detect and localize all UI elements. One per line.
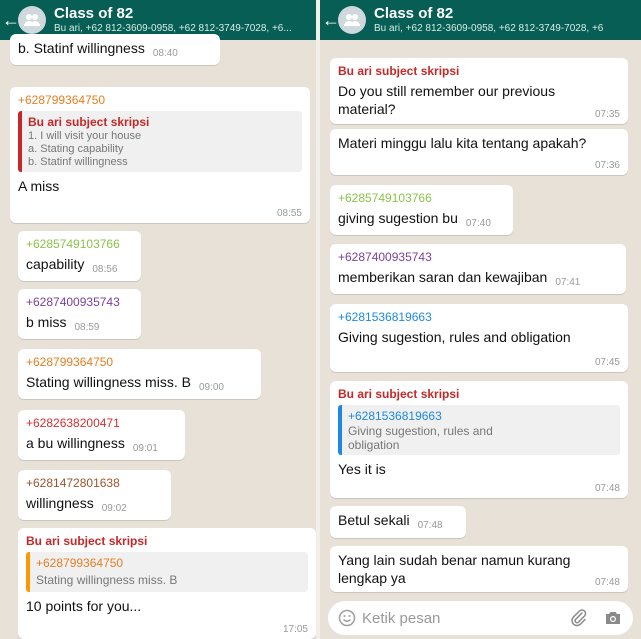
quoted-sender: Bu ari subject skripsi	[28, 115, 150, 129]
quoted-sender: +628799364750	[36, 556, 124, 570]
message-time: 07:36	[594, 160, 620, 171]
message-time: 08:55	[276, 208, 302, 219]
quoted-line: 1. I will visit your house	[28, 130, 142, 142]
message-time: 07:40	[465, 218, 491, 229]
message-list[interactable]: Bu ari subject skripsi Do you still reme…	[320, 40, 641, 639]
message-text: Betul sekali	[338, 512, 410, 528]
message-sender: +6281536819663	[338, 310, 432, 324]
message-time: 07:48	[417, 520, 443, 531]
message-bubble[interactable]: +628799364750 Stating willingness miss. …	[18, 349, 261, 399]
message-text: Yang lain sudah benar namun kurang lengk…	[338, 552, 571, 586]
chat-panel-left: ← Class of 82 Bu ari, +62 812-3609-0958,…	[0, 0, 316, 639]
message-input[interactable]: Ketik pesan	[362, 610, 555, 627]
message-bubble[interactable]: +6285749103766 capability 08:56	[18, 231, 141, 281]
group-icon	[24, 14, 40, 26]
message-time: 08:40	[152, 48, 178, 59]
quoted-line: b. Statinf willingness	[28, 156, 128, 168]
message-sender: +6282638200471	[26, 416, 120, 430]
message-composer[interactable]: Ketik pesan	[328, 601, 633, 635]
message-sender: +6285749103766	[26, 237, 120, 251]
back-arrow-icon[interactable]: ←	[322, 11, 340, 29]
message-text: b miss	[26, 314, 67, 330]
chat-header-text[interactable]: Class of 82 Bu ari, +62 812-3609-0958, +…	[374, 5, 603, 35]
message-bubble[interactable]: Bu ari subject skripsi +628799364750 Sta…	[18, 528, 316, 639]
message-bubble[interactable]: +6285749103766 giving sugestion bu 07:40	[330, 185, 513, 235]
message-sender: +6287400935743	[338, 250, 432, 264]
message-time: 07:41	[555, 277, 581, 288]
message-text: a bu willingness	[26, 435, 125, 451]
message-bubble[interactable]: Bu ari subject skripsi Do you still reme…	[330, 58, 628, 124]
group-members: Bu ari, +62 812-3609-0958, +62 812-3749-…	[374, 23, 604, 34]
message-bubble[interactable]: Yang lain sudah benar namun kurang lengk…	[330, 546, 628, 592]
message-time: 17:05	[282, 624, 308, 635]
paperclip-icon[interactable]	[569, 608, 589, 628]
message-text: Stating willingness miss. B	[26, 374, 191, 390]
message-time: 07:48	[594, 483, 620, 494]
message-sender: +6281472801638	[26, 476, 120, 490]
message-sender: +628799364750	[26, 355, 114, 369]
message-time: 08:56	[92, 264, 118, 275]
message-bubble[interactable]: Materi minggu lalu kita tentang apakah? …	[330, 129, 628, 175]
group-title: Class of 82	[374, 5, 454, 22]
quoted-sender: +6281536819663	[348, 409, 442, 423]
message-text: capability	[26, 256, 85, 272]
chat-panel-right: ← Class of 82 Bu ari, +62 812-3609-0958,…	[320, 0, 641, 639]
message-time: 09:02	[101, 503, 127, 514]
message-sender: +6285749103766	[338, 191, 432, 205]
message-text: Materi minggu lalu kita tentang apakah?	[338, 135, 587, 151]
message-time: 08:59	[74, 322, 100, 333]
message-bubble[interactable]: +6281472801638 willingness 09:02	[18, 470, 171, 520]
chat-header-text[interactable]: Class of 82 Bu ari, +62 812-3609-0958, +…	[54, 5, 292, 35]
message-text: Do you still remember our previous mater…	[338, 83, 556, 117]
message-text: A miss	[18, 178, 60, 194]
message-bubble[interactable]: +628799364750 Bu ari subject skripsi 1. …	[10, 87, 310, 223]
message-sender: Bu ari subject skripsi	[338, 64, 460, 78]
message-text: Giving sugestion, rules and obligation	[338, 329, 571, 345]
message-time: 09:01	[132, 443, 158, 454]
message-bubble[interactable]: +6287400935743 b miss 08:59	[18, 289, 141, 339]
group-avatar[interactable]	[18, 6, 46, 34]
chat-header: ← Class of 82 Bu ari, +62 812-3609-0958,…	[320, 0, 641, 40]
quoted-message[interactable]: Bu ari subject skripsi 1. I will visit y…	[18, 111, 302, 172]
message-bubble[interactable]: Betul sekali 07:48	[330, 506, 466, 538]
message-bubble[interactable]: +6287400935743 memberikan saran dan kewa…	[330, 244, 626, 294]
message-text: 10 points for you...	[26, 598, 142, 614]
message-text: b. Statinf willingness	[18, 40, 145, 56]
message-sender: +6287400935743	[26, 295, 120, 309]
message-bubble[interactable]: b. Statinf willingness 08:40	[10, 34, 220, 65]
message-time: 07:45	[594, 357, 620, 368]
message-bubble[interactable]: +6282638200471 a bu willingness 09:01	[18, 410, 185, 460]
quoted-message[interactable]: +6281536819663 Giving sugestion, rules a…	[338, 405, 620, 455]
group-title: Class of 82	[54, 5, 134, 22]
message-bubble[interactable]: +6281536819663 Giving sugestion, rules a…	[330, 304, 628, 372]
group-avatar[interactable]	[338, 6, 366, 34]
group-icon	[344, 14, 360, 26]
message-list[interactable]: b. Statinf willingness 08:40 +62879936475…	[0, 34, 316, 639]
quoted-line: Giving sugestion, rules and obligation	[348, 424, 493, 452]
message-sender: Bu ari subject skripsi	[338, 387, 460, 401]
message-time: 07:48	[594, 577, 620, 588]
camera-icon[interactable]	[603, 608, 623, 628]
quoted-line: a. Stating capability	[28, 143, 124, 155]
message-sender: Bu ari subject skripsi	[26, 534, 148, 548]
message-sender: +628799364750	[18, 93, 106, 107]
message-time: 07:35	[594, 109, 620, 120]
message-text: Yes it is	[338, 461, 386, 477]
quoted-message[interactable]: +628799364750 Stating willingness miss. …	[26, 552, 308, 592]
emoji-icon[interactable]	[338, 609, 356, 627]
quoted-line: Stating willingness miss. B	[36, 573, 178, 587]
message-time: 09:00	[198, 382, 224, 393]
message-bubble[interactable]: Bu ari subject skripsi +6281536819663 Gi…	[330, 381, 628, 498]
back-arrow-icon[interactable]: ←	[2, 11, 20, 29]
message-text: memberikan saran dan kewajiban	[338, 269, 548, 285]
message-text: willingness	[26, 495, 94, 511]
message-text: giving sugestion bu	[338, 210, 458, 226]
